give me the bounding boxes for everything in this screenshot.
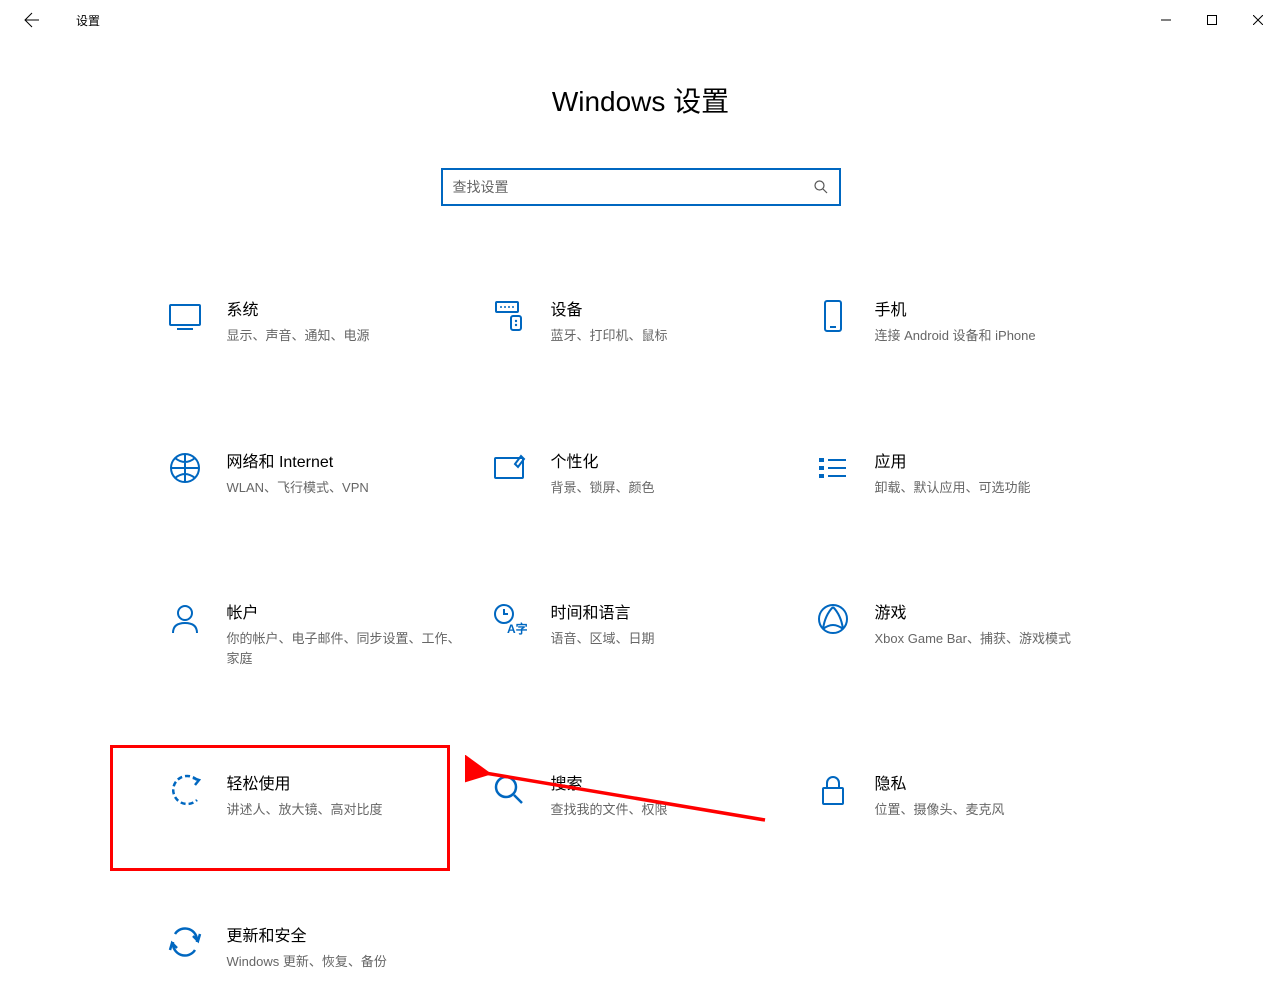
tile-title: 轻松使用 — [227, 770, 469, 794]
tile-subtitle: 背景、锁屏、颜色 — [551, 478, 793, 498]
tile-privacy[interactable]: 隐私 位置、摄像头、麦克风 — [805, 760, 1125, 830]
tile-subtitle: 查找我的文件、权限 — [551, 800, 793, 820]
tile-subtitle: WLAN、飞行模式、VPN — [227, 478, 469, 498]
tile-gaming[interactable]: 游戏 Xbox Game Bar、捕获、游戏模式 — [805, 589, 1125, 678]
tile-title: 系统 — [227, 296, 469, 320]
svg-text:A字: A字 — [507, 621, 527, 636]
personalization-icon — [489, 448, 529, 488]
tile-subtitle: 连接 Android 设备和 iPhone — [875, 326, 1117, 346]
tile-subtitle: 位置、摄像头、麦克风 — [875, 800, 1117, 820]
settings-grid: 系统 显示、声音、通知、电源 设备 蓝牙、打印机、鼠标 手机 连接 Androi… — [157, 286, 1125, 981]
search-container — [0, 168, 1281, 206]
close-button[interactable] — [1235, 4, 1281, 36]
minimize-button[interactable] — [1143, 4, 1189, 36]
tile-personalization[interactable]: 个性化 背景、锁屏、颜色 — [481, 438, 801, 508]
devices-icon — [489, 296, 529, 336]
tile-system[interactable]: 系统 显示、声音、通知、电源 — [157, 286, 477, 356]
tile-network[interactable]: 网络和 Internet WLAN、飞行模式、VPN — [157, 438, 477, 508]
gaming-icon — [813, 599, 853, 639]
tile-subtitle: 卸载、默认应用、可选功能 — [875, 478, 1117, 498]
tile-ease-of-access[interactable]: 轻松使用 讲述人、放大镜、高对比度 — [157, 760, 477, 830]
tile-title: 设备 — [551, 296, 793, 320]
tile-subtitle: 讲述人、放大镜、高对比度 — [227, 800, 469, 820]
titlebar: 设置 — [0, 0, 1281, 40]
tile-apps[interactable]: 应用 卸载、默认应用、可选功能 — [805, 438, 1125, 508]
arrow-left-icon — [24, 12, 40, 28]
phone-icon — [813, 296, 853, 336]
update-icon — [165, 922, 205, 962]
tile-title: 手机 — [875, 296, 1117, 320]
tile-subtitle: 蓝牙、打印机、鼠标 — [551, 326, 793, 346]
system-icon — [165, 296, 205, 336]
maximize-icon — [1207, 15, 1217, 25]
tile-subtitle: Xbox Game Bar、捕获、游戏模式 — [875, 629, 1117, 649]
apps-icon — [813, 448, 853, 488]
search-input[interactable] — [453, 179, 813, 195]
tile-title: 游戏 — [875, 599, 1117, 623]
tile-time-language[interactable]: A字 时间和语言 语音、区域、日期 — [481, 589, 801, 678]
tile-subtitle: 显示、声音、通知、电源 — [227, 326, 469, 346]
ease-of-access-icon — [165, 770, 205, 810]
window-controls — [1143, 4, 1281, 36]
time-language-icon: A字 — [489, 599, 529, 639]
tile-title: 个性化 — [551, 448, 793, 472]
tile-search[interactable]: 搜索 查找我的文件、权限 — [481, 760, 801, 830]
globe-icon — [165, 448, 205, 488]
tile-title: 应用 — [875, 448, 1117, 472]
search-box[interactable] — [441, 168, 841, 206]
tile-title: 隐私 — [875, 770, 1117, 794]
tile-title: 帐户 — [227, 599, 469, 623]
tile-title: 时间和语言 — [551, 599, 793, 623]
close-icon — [1253, 15, 1263, 25]
tile-title: 搜索 — [551, 770, 793, 794]
tile-title: 网络和 Internet — [227, 448, 469, 472]
search-icon — [813, 179, 829, 195]
tile-title: 更新和安全 — [227, 922, 469, 946]
tile-accounts[interactable]: 帐户 你的帐户、电子邮件、同步设置、工作、家庭 — [157, 589, 477, 678]
tile-update-security[interactable]: 更新和安全 Windows 更新、恢复、备份 — [157, 912, 477, 982]
window-title: 设置 — [76, 12, 100, 29]
search-tile-icon — [489, 770, 529, 810]
tile-devices[interactable]: 设备 蓝牙、打印机、鼠标 — [481, 286, 801, 356]
back-button[interactable] — [16, 4, 48, 36]
tile-subtitle: 语音、区域、日期 — [551, 629, 793, 649]
tile-subtitle: Windows 更新、恢复、备份 — [227, 952, 469, 972]
lock-icon — [813, 770, 853, 810]
tile-phone[interactable]: 手机 连接 Android 设备和 iPhone — [805, 286, 1125, 356]
person-icon — [165, 599, 205, 639]
tile-subtitle: 你的帐户、电子邮件、同步设置、工作、家庭 — [227, 629, 469, 668]
minimize-icon — [1161, 15, 1171, 25]
page-title: Windows 设置 — [0, 80, 1281, 120]
maximize-button[interactable] — [1189, 4, 1235, 36]
